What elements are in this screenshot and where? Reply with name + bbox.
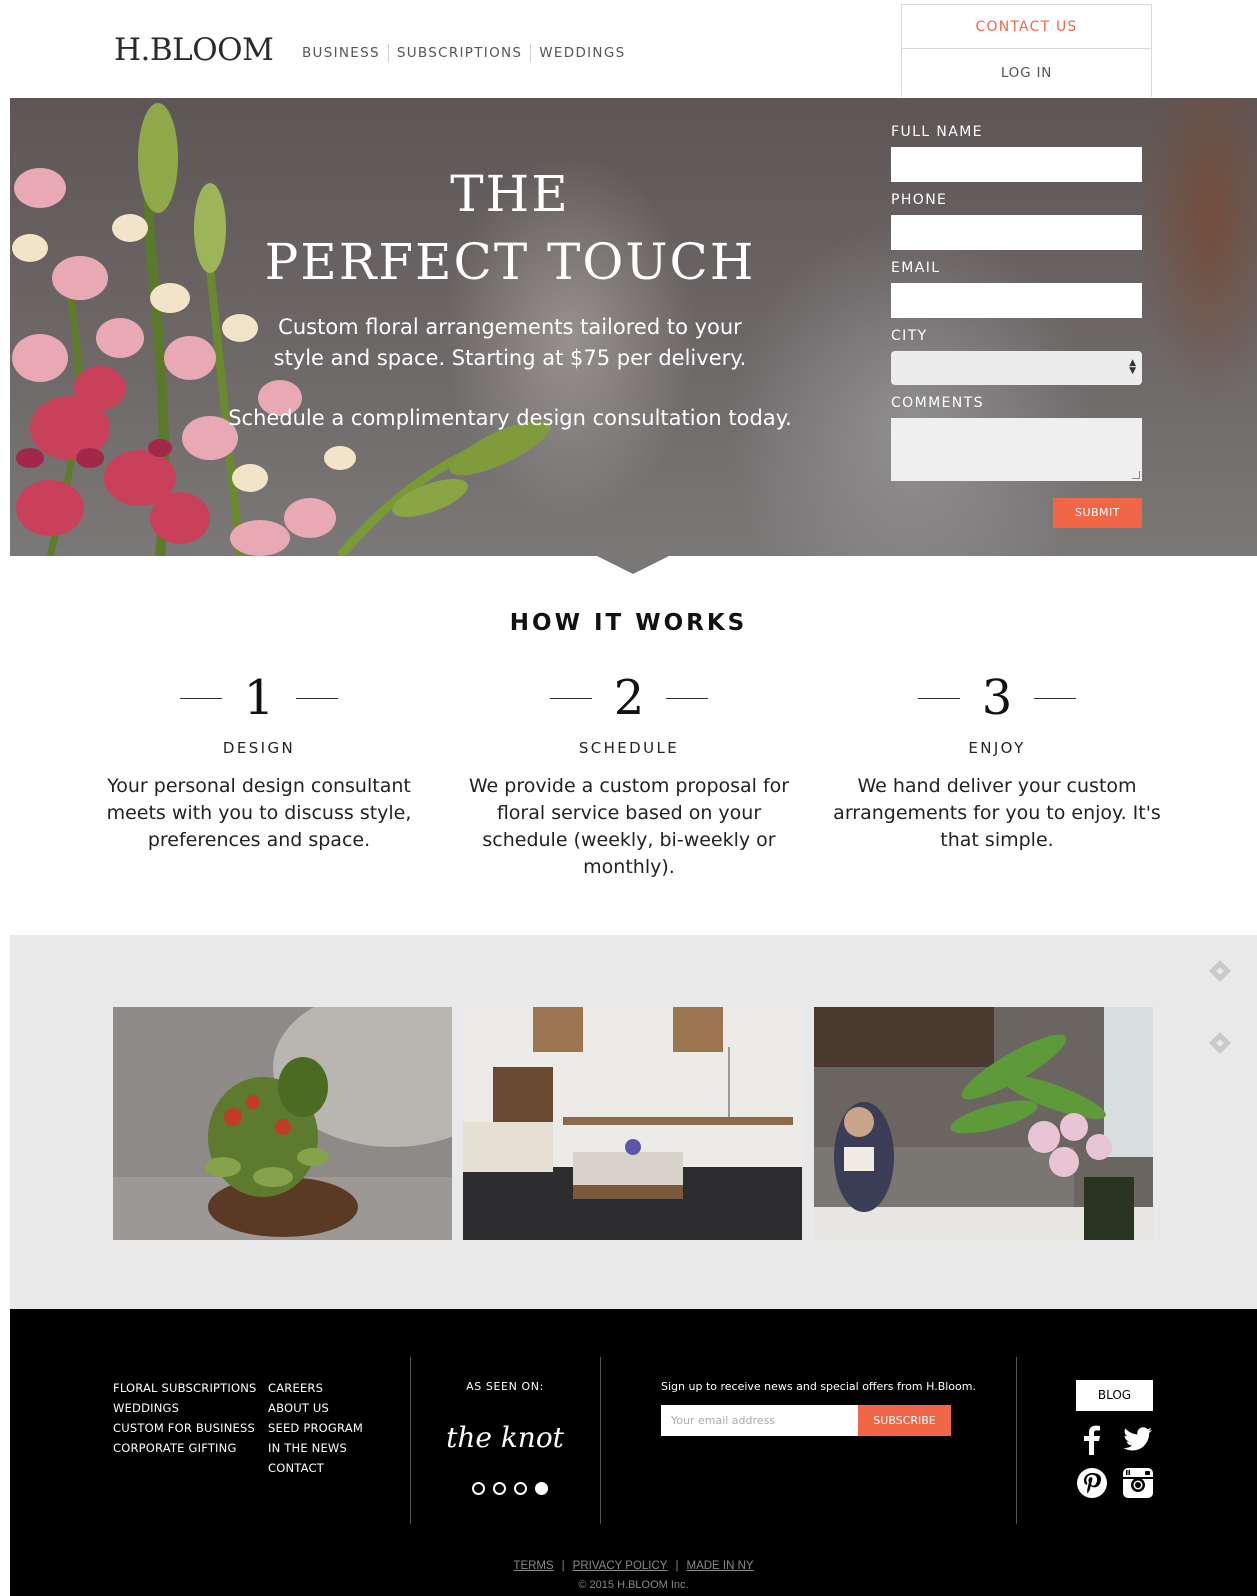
resize-grip-icon[interactable] — [1132, 471, 1140, 479]
consultation-form: FULL NAME PHONE EMAIL CITY ▲ ▼ COMMENTS S… — [891, 124, 1142, 528]
step-number-row: 1 — [79, 665, 439, 731]
full-name-label: FULL NAME — [891, 124, 983, 140]
hero-subtitle-line2: style and space. Starting at $75 per del… — [273, 346, 747, 370]
hero-pointer — [597, 556, 669, 574]
step-description: We provide a custom proposal for floral … — [468, 775, 790, 878]
chevron-up-down-icon: ▲ ▼ — [1129, 358, 1136, 376]
hero-subtitle-line1: Custom floral arrangements tailored to y… — [278, 315, 742, 339]
footer-link-corporate-gifting[interactable]: CORPORATE GIFTING — [113, 1438, 257, 1458]
email-label: EMAIL — [891, 260, 941, 276]
divider — [1016, 1357, 1017, 1524]
made-in-ny-link[interactable]: MADE IN NY — [686, 1560, 753, 1572]
footer-links-col2: CAREERS ABOUT US SEED PROGRAM IN THE NEW… — [268, 1378, 363, 1478]
step-number-row: 2 — [449, 665, 809, 731]
nav-business[interactable]: BUSINESS — [302, 44, 388, 62]
feedly-icon[interactable] — [1207, 1030, 1233, 1056]
step-description: Your personal design consultant meets wi… — [106, 775, 412, 851]
copyright: © 2015 H.BLOOM Inc. — [578, 1579, 689, 1591]
city-select[interactable]: ▲ ▼ — [891, 351, 1142, 385]
carousel-dot[interactable] — [514, 1482, 527, 1495]
newsletter-text: Sign up to receive news and special offe… — [661, 1380, 976, 1393]
dash — [179, 697, 222, 699]
footer-link-contact[interactable]: CONTACT — [268, 1458, 363, 1478]
footer-link-floral-subscriptions[interactable]: FLORAL SUBSCRIPTIONS — [113, 1378, 257, 1398]
main-nav: BUSINESS SUBSCRIPTIONS WEDDINGS — [302, 44, 633, 62]
instagram-icon[interactable] — [1122, 1467, 1154, 1499]
step-description: We hand deliver your custom arrangements… — [833, 775, 1161, 851]
step-number: 3 — [981, 670, 1013, 726]
footer-link-careers[interactable]: CAREERS — [268, 1378, 363, 1398]
step-design: 1 DESIGN Your personal design consultant… — [79, 665, 439, 854]
twitter-icon[interactable] — [1122, 1423, 1154, 1455]
hero-title: THE PERFECT TOUCH — [10, 160, 1010, 296]
hero-title-line2: PERFECT TOUCH — [264, 233, 756, 291]
dash — [1034, 697, 1077, 699]
blog-button[interactable]: BLOG — [1076, 1380, 1153, 1411]
hero-title-line1: THE — [450, 165, 570, 223]
footer-link-seed-program[interactable]: SEED PROGRAM — [268, 1418, 363, 1438]
contact-us-link[interactable]: CONTACT US — [902, 4, 1151, 49]
city-label: CITY — [891, 328, 928, 344]
how-it-works-title: HOW IT WORKS — [509, 610, 748, 636]
step-label: SCHEDULE — [578, 739, 680, 757]
phone-input[interactable] — [891, 215, 1142, 250]
step-number-row: 3 — [817, 665, 1177, 731]
dash — [296, 697, 339, 699]
comments-label: COMMENTS — [891, 395, 984, 411]
newsletter-email-input[interactable]: Your email address — [661, 1405, 858, 1436]
feedly-icon[interactable] — [1207, 958, 1233, 984]
footer-link-custom-for-business[interactable]: CUSTOM FOR BUSINESS — [113, 1418, 257, 1438]
full-name-input[interactable] — [891, 147, 1142, 182]
legal-separator: | — [561, 1560, 565, 1572]
terms-link[interactable]: TERMS — [513, 1560, 553, 1572]
nav-weddings[interactable]: WEDDINGS — [530, 44, 633, 62]
footer-link-weddings[interactable]: WEDDINGS — [113, 1398, 257, 1418]
site-footer: FLORAL SUBSCRIPTIONS WEDDINGS CUSTOM FOR… — [10, 1309, 1257, 1596]
footer-links-col1: FLORAL SUBSCRIPTIONS WEDDINGS CUSTOM FOR… — [113, 1378, 257, 1458]
dash — [549, 697, 592, 699]
step-number: 2 — [613, 670, 645, 726]
carousel-dot-active[interactable] — [535, 1482, 548, 1495]
legal-separator: | — [675, 1560, 679, 1572]
step-enjoy: 3 ENJOY We hand deliver your custom arra… — [817, 665, 1177, 854]
phone-label: PHONE — [891, 192, 948, 208]
subscribe-button[interactable]: SUBSCRIBE — [858, 1405, 951, 1436]
privacy-policy-link[interactable]: PRIVACY POLICY — [573, 1560, 668, 1572]
pinterest-icon[interactable] — [1076, 1467, 1108, 1499]
facebook-icon[interactable] — [1076, 1423, 1108, 1455]
step-number: 1 — [243, 670, 275, 726]
step-schedule: 2 SCHEDULE We provide a custom proposal … — [449, 665, 809, 881]
footer-link-in-the-news[interactable]: IN THE NEWS — [268, 1438, 363, 1458]
woman-with-flowers-photo — [814, 1007, 1153, 1240]
login-link[interactable]: LOG IN — [902, 49, 1151, 97]
press-carousel-dots — [472, 1482, 548, 1495]
divider — [600, 1357, 601, 1524]
site-header: H.BLOOM BUSINESS SUBSCRIPTIONS WEDDINGS … — [10, 0, 1257, 98]
logo[interactable]: H.BLOOM — [114, 32, 274, 68]
carousel-dot[interactable] — [493, 1482, 506, 1495]
step-label: ENJOY — [968, 739, 1026, 757]
hero-cta-text: Schedule a complimentary design consulta… — [228, 406, 792, 430]
as-seen-on-label: AS SEEN ON: — [466, 1380, 544, 1393]
the-knot-logo: the knot — [446, 1421, 564, 1454]
step-label: DESIGN — [222, 739, 296, 757]
footer-link-about-us[interactable]: ABOUT US — [268, 1398, 363, 1418]
hero-subtitle: Custom floral arrangements tailored to y… — [10, 312, 1010, 374]
legal-links: TERMS | PRIVACY POLICY | MADE IN NY — [10, 1560, 1257, 1572]
living-room-photo — [463, 1007, 802, 1240]
succulent-photo — [113, 1007, 452, 1240]
photo-gallery — [10, 935, 1257, 1309]
comments-textarea[interactable] — [891, 418, 1142, 481]
submit-button[interactable]: SUBMIT — [1053, 498, 1142, 528]
nav-subscriptions[interactable]: SUBSCRIPTIONS — [387, 44, 530, 62]
dash — [666, 697, 709, 699]
carousel-dot[interactable] — [472, 1482, 485, 1495]
email-input[interactable] — [891, 283, 1142, 318]
account-box: CONTACT US LOG IN — [901, 4, 1152, 97]
dash — [917, 697, 960, 699]
